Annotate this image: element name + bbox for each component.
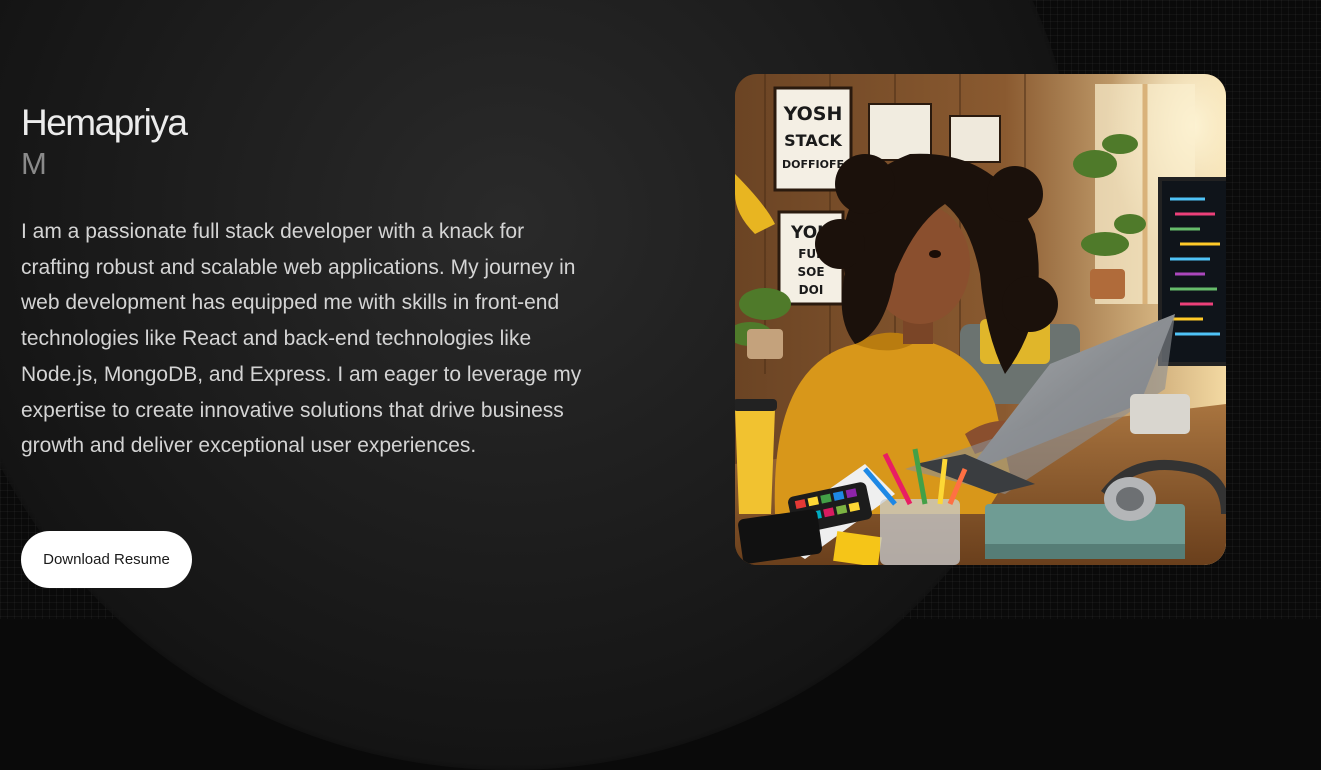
coffee-cup <box>735 399 777 514</box>
svg-text:DOI: DOI <box>799 283 824 297</box>
bio-paragraph: I am a passionate full stack developer w… <box>21 220 582 458</box>
svg-text:STACK: STACK <box>784 131 842 150</box>
svg-text:YOSH: YOSH <box>783 103 843 125</box>
profile-photo: YOSH STACK DOFFIOFE YOU FUL SOE DOI <box>735 74 1226 565</box>
profile-illustration: YOSH STACK DOFFIOFE YOU FUL SOE DOI <box>735 74 1226 565</box>
last-name: M <box>21 146 47 181</box>
hero-section: Hemapriya M I am a passionate full stack… <box>0 0 1321 619</box>
first-name: Hemapriya <box>21 102 188 143</box>
download-resume-button[interactable]: Download Resume <box>21 531 192 588</box>
svg-text:SOE: SOE <box>797 265 824 279</box>
svg-text:DOFFIOFE: DOFFIOFE <box>782 158 844 171</box>
